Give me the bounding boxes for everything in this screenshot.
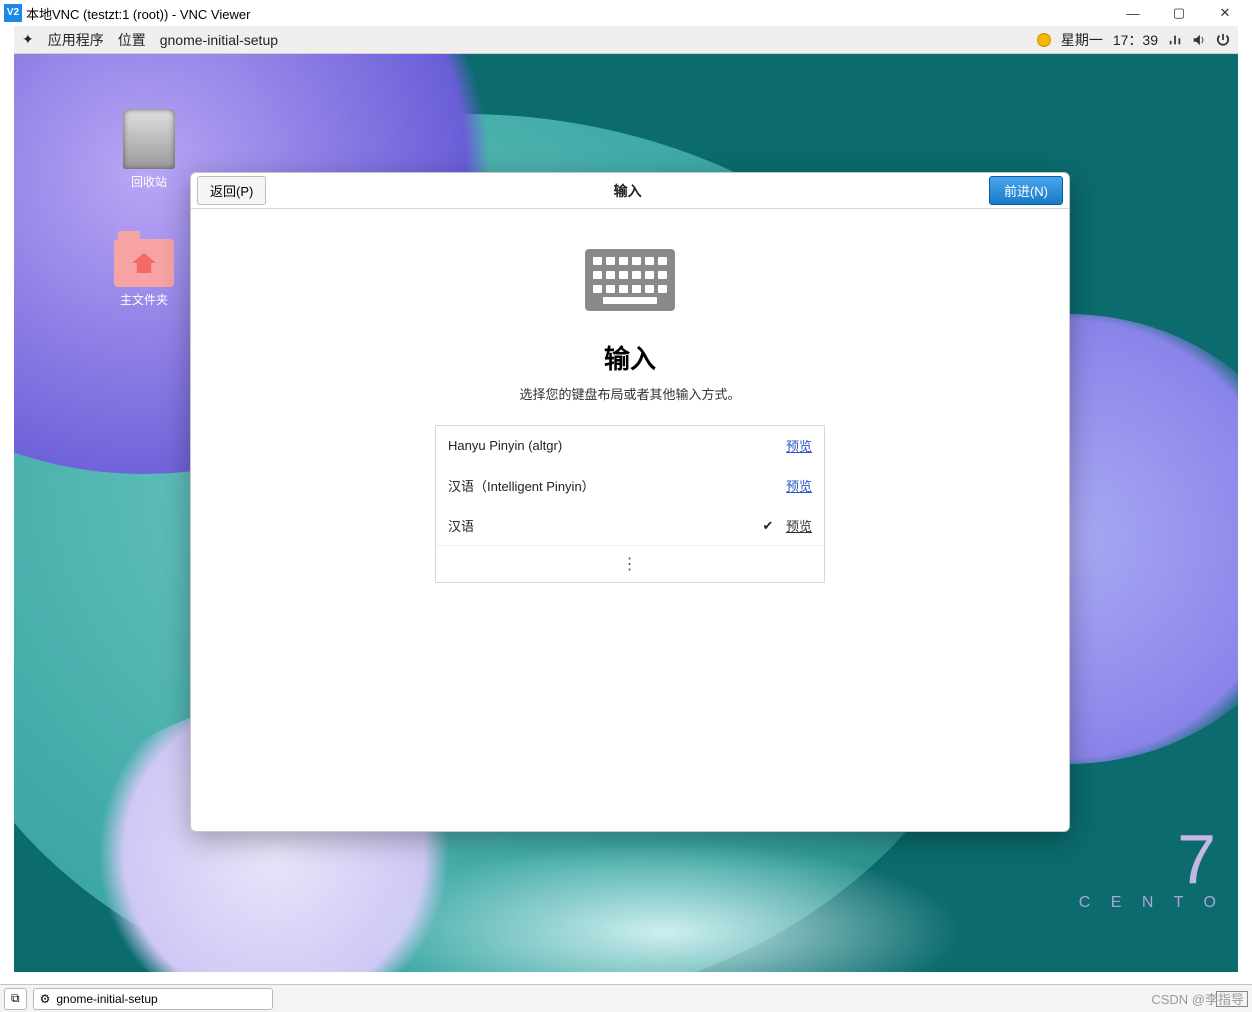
desktop-trash-icon[interactable]: 回收站: [114, 109, 184, 190]
gnome-places-menu[interactable]: 位置: [118, 30, 146, 50]
input-options-list: Hanyu Pinyin (altgr) 预览 汉语（Intelligent P…: [435, 425, 825, 583]
input-option[interactable]: Hanyu Pinyin (altgr) 预览: [436, 426, 824, 465]
close-button[interactable]: ✕: [1202, 0, 1248, 26]
notification-dot-icon[interactable]: [1037, 33, 1051, 47]
desktop-home-icon[interactable]: 主文件夹: [109, 239, 179, 308]
back-button[interactable]: 返回(P): [197, 176, 266, 205]
watermark: CSDN @李指导: [1151, 989, 1244, 1008]
dialog-subtitle: 选择您的键盘布局或者其他输入方式。: [191, 384, 1069, 403]
desktop-wallpaper: 7 C E N T O 回收站 主文件夹 返回(P) 输入 前进(N): [14, 54, 1238, 972]
preview-link[interactable]: 预览: [786, 476, 812, 495]
trash-icon: [123, 109, 175, 169]
centos-logo: 7 C E N T O: [1079, 824, 1224, 912]
dialog-body: 输入 选择您的键盘布局或者其他输入方式。 Hanyu Pinyin (altgr…: [191, 209, 1069, 583]
dialog-titlebar: 返回(P) 输入 前进(N): [191, 173, 1069, 209]
taskbar-app-icon: ⚙: [40, 992, 51, 1006]
clock-time: 17：39: [1113, 30, 1158, 50]
option-label: Hanyu Pinyin (altgr): [448, 438, 760, 453]
taskbar-app-label: gnome-initial-setup: [56, 992, 157, 1006]
vnc-window-titlebar: V2 本地VNC (testzt:1 (root)) - VNC Viewer …: [0, 0, 1252, 26]
more-options-button[interactable]: ⋮: [436, 545, 824, 582]
gnome-apps-icon: ✦: [22, 31, 34, 48]
taskbar-app-button[interactable]: ⚙ gnome-initial-setup: [33, 988, 273, 1010]
gnome-top-bar: ✦ 应用程序 位置 gnome-initial-setup 星期一 17：39: [14, 26, 1238, 54]
volume-icon[interactable]: [1192, 33, 1206, 47]
maximize-button[interactable]: ▢: [1156, 0, 1202, 26]
vnc-bottom-bar: ⧉ ⚙ gnome-initial-setup: [0, 984, 1252, 1012]
input-option[interactable]: 汉语（Intelligent Pinyin） 预览: [436, 465, 824, 505]
clock-day: 星期一: [1061, 30, 1103, 50]
vnc-desktop-canvas: ✦ 应用程序 位置 gnome-initial-setup 星期一 17：39 …: [14, 26, 1238, 972]
home-label: 主文件夹: [109, 291, 179, 308]
home-folder-icon: [114, 239, 174, 287]
preview-link[interactable]: 预览: [786, 516, 812, 535]
centos-version: 7: [1079, 824, 1224, 894]
show-desktop-button[interactable]: ⧉: [4, 988, 27, 1010]
option-label: 汉语（Intelligent Pinyin）: [448, 476, 760, 495]
keyboard-icon: [585, 249, 675, 311]
dialog-heading: 输入: [191, 339, 1069, 376]
initial-setup-dialog: 返回(P) 输入 前进(N) 输入 选择您的键盘布局或者其他输入方式。 Hany…: [190, 172, 1070, 832]
network-icon[interactable]: [1168, 33, 1182, 47]
centos-label: C E N T O: [1079, 894, 1224, 911]
preview-link[interactable]: 预览: [786, 436, 812, 455]
check-icon: ✔: [760, 518, 776, 534]
gnome-apps-menu[interactable]: 应用程序: [48, 30, 104, 50]
option-label: 汉语: [448, 516, 760, 535]
trash-label: 回收站: [114, 173, 184, 190]
input-option[interactable]: 汉语 ✔ 预览: [436, 505, 824, 545]
power-icon[interactable]: [1216, 33, 1230, 47]
minimize-button[interactable]: —: [1110, 0, 1156, 26]
next-button[interactable]: 前进(N): [989, 176, 1063, 205]
vnc-window-title: 本地VNC (testzt:1 (root)) - VNC Viewer: [26, 4, 250, 23]
dialog-title: 输入: [266, 181, 989, 201]
gnome-active-app[interactable]: gnome-initial-setup: [160, 32, 278, 48]
vnc-logo-icon: V2: [4, 4, 22, 22]
